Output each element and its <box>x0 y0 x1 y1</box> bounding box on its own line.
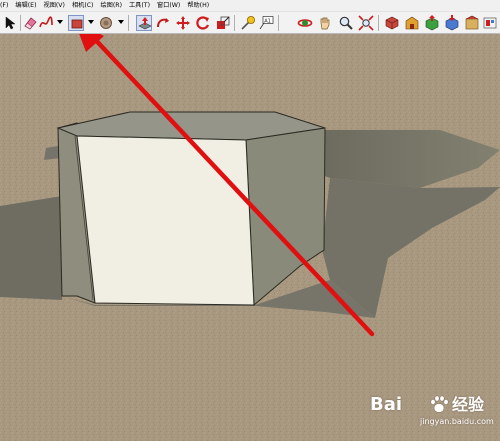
text-icon[interactable]: A1 <box>258 15 274 31</box>
cast-shadow-nub <box>44 146 60 160</box>
paw-icon <box>430 395 449 413</box>
zoom-icon[interactable] <box>338 15 354 31</box>
menu-view[interactable]: 视图(V) <box>41 0 69 11</box>
box-front-face <box>76 135 255 306</box>
pan-hand-icon[interactable] <box>317 15 333 31</box>
components-icon[interactable] <box>384 15 400 31</box>
watermark-brand-cn: 经验 <box>452 395 485 414</box>
move-icon[interactable] <box>175 15 191 31</box>
toolbar: A1 <box>0 12 500 34</box>
toolbar-separator <box>234 15 235 31</box>
menu-edit[interactable]: 编辑(E) <box>12 0 40 11</box>
menu-camera[interactable]: 相机(C) <box>69 0 98 11</box>
toolbar-separator <box>128 15 129 31</box>
warehouse-icon[interactable] <box>404 15 420 31</box>
orbit-icon[interactable] <box>297 15 313 31</box>
baidu-watermark: Bai 经验 jingyan.baidu.com <box>370 395 494 435</box>
eraser-icon[interactable] <box>22 15 38 31</box>
watermark-brand: Bai <box>370 394 403 415</box>
circle-icon[interactable] <box>98 15 114 31</box>
watermark-url: jingyan.baidu.com <box>420 417 494 426</box>
menu-help[interactable]: 帮助(H) <box>184 0 213 11</box>
layout-icon[interactable] <box>482 15 498 31</box>
zoom-extents-icon[interactable] <box>358 15 374 31</box>
cast-shadow-left <box>0 196 62 300</box>
freehand-icon[interactable] <box>38 15 54 31</box>
menu-file[interactable]: (F) <box>0 0 12 11</box>
toolbar-separator <box>20 15 21 31</box>
menu-window[interactable]: 窗口(W) <box>154 0 184 11</box>
toolbar-separator <box>378 15 379 31</box>
toolbar-separator <box>278 15 279 31</box>
push-pull-icon[interactable] <box>136 15 152 31</box>
text-tool-label: A1 <box>264 18 271 24</box>
chevron-down-icon[interactable] <box>88 20 94 24</box>
extension-warehouse-icon[interactable] <box>464 15 480 31</box>
follow-me-icon[interactable] <box>155 15 171 31</box>
select-arrow-icon[interactable] <box>2 15 18 31</box>
modeling-viewport[interactable]: Bai 经验 jingyan.baidu.com <box>0 34 500 441</box>
rectangle-icon[interactable] <box>68 15 84 31</box>
menu-tools[interactable]: 工具(T) <box>126 0 154 11</box>
tape-measure-icon[interactable] <box>240 15 256 31</box>
menu-draw[interactable]: 绘图(R) <box>97 0 126 11</box>
chevron-down-icon[interactable] <box>118 20 124 24</box>
scale-icon[interactable] <box>215 15 231 31</box>
menu-bar: (F) 编辑(E) 视图(V) 相机(C) 绘图(R) 工具(T) 窗口(W) … <box>0 0 500 12</box>
rotate-icon[interactable] <box>195 15 211 31</box>
get-models-icon[interactable] <box>444 15 460 31</box>
chevron-down-icon[interactable] <box>57 20 63 24</box>
viewport-canvas <box>0 34 500 441</box>
share-model-icon[interactable] <box>424 15 440 31</box>
